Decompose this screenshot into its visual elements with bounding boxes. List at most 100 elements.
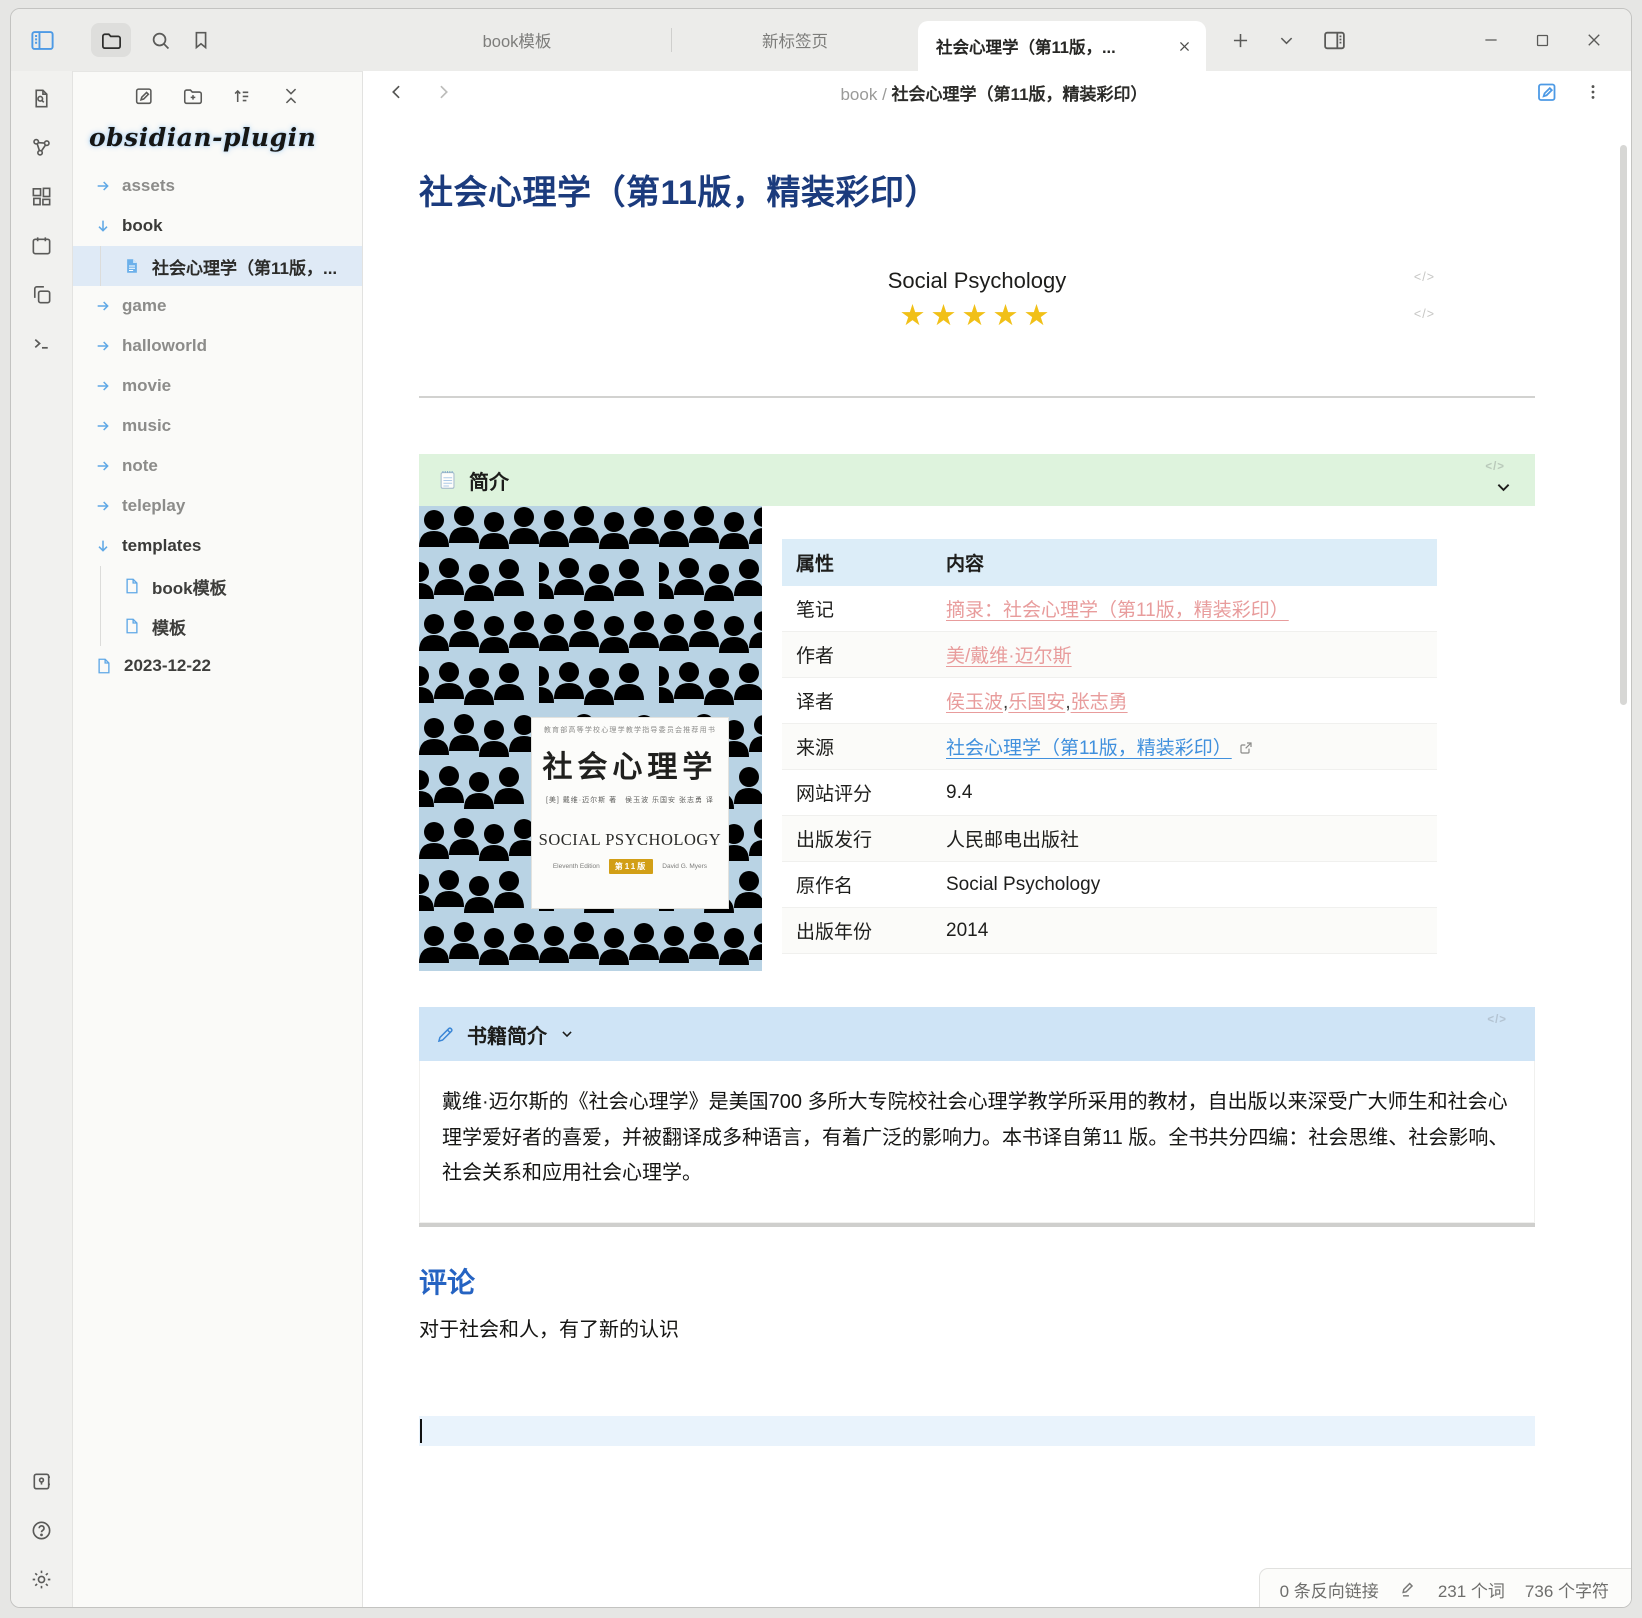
maximize-icon[interactable] — [1534, 32, 1551, 49]
arrow-right-icon — [95, 458, 111, 474]
translator-link[interactable]: 乐国安 — [1008, 692, 1065, 713]
original-title-value: Social Psychology — [932, 862, 1437, 908]
col-attr: 属性 — [782, 539, 932, 586]
divider — [419, 396, 1535, 398]
new-tab-icon[interactable] — [1230, 30, 1251, 51]
page-title: 社会心理学（第11版，精装彩印） — [419, 165, 1535, 214]
sidebar-item-templates[interactable]: templates — [73, 526, 362, 566]
sidebar-item-note-file[interactable]: 社会心理学（第11版，... — [73, 246, 362, 286]
file-icon — [123, 257, 141, 275]
rating-value: 9.4 — [932, 770, 1437, 816]
bookmark-tool-icon[interactable] — [190, 29, 212, 51]
more-options-icon[interactable] — [1583, 82, 1603, 102]
cover-english-title: SOCIAL PSYCHOLOGY — [539, 830, 722, 850]
canvas-icon[interactable] — [30, 185, 53, 208]
file-tree: assets book 社会心理学（第11版，... game hallowor… — [73, 158, 362, 686]
comment-text: 对于社会和人，有了新的认识 — [419, 1313, 1535, 1342]
table-row: 译者 侯玉波,乐国安,张志勇 — [782, 678, 1437, 724]
breadcrumb[interactable]: book / 社会心理学（第11版，精装彩印） — [453, 80, 1535, 105]
table-header-row: 属性 内容 — [782, 539, 1437, 586]
file-explorer: obsidian-plugin assets book 社会心理学（第11版，.… — [73, 71, 363, 1608]
fold-chevron-icon[interactable] — [560, 1027, 574, 1041]
arrow-right-icon — [95, 338, 111, 354]
vault-title[interactable]: obsidian-plugin — [73, 119, 362, 158]
files-tool-button[interactable] — [91, 23, 131, 57]
char-count[interactable]: 736 个字符 — [1525, 1577, 1609, 1602]
file-icon — [123, 617, 141, 635]
note-link[interactable]: 摘录：社会心理学（第11版，精装彩印） — [946, 600, 1289, 621]
cover-author-en: David G. Myers — [662, 863, 707, 870]
fold-chevron-icon[interactable] — [1494, 478, 1513, 497]
tab-new[interactable]: 新标签页 — [672, 9, 918, 71]
left-ribbon — [11, 71, 73, 1608]
sidebar-item-template[interactable]: 模板 — [73, 606, 362, 646]
collapse-all-icon[interactable] — [280, 85, 302, 107]
intro-callout-title: 简介 — [469, 466, 509, 495]
tab-close-icon[interactable] — [1177, 39, 1192, 54]
edit-block-icon[interactable]: </> — [1487, 1014, 1507, 1026]
rating-stars: ★★★★★ — [419, 298, 1535, 332]
table-row: 出版年份 2014 — [782, 908, 1437, 954]
external-link-icon[interactable] — [1238, 740, 1254, 756]
edit-block-icon[interactable]: </> — [1414, 270, 1435, 284]
active-edit-line[interactable] — [419, 1416, 1535, 1446]
backlinks-count[interactable]: 0 条反向链接 — [1280, 1577, 1379, 1602]
toggle-right-sidebar-icon[interactable] — [1322, 28, 1347, 53]
note-subtitle: Social Psychology — [419, 268, 1535, 294]
vault-switcher-icon[interactable] — [30, 1470, 53, 1493]
sidebar-item-book[interactable]: book — [73, 206, 362, 246]
translator-link[interactable]: 张志勇 — [1071, 692, 1128, 713]
sidebar-item-movie[interactable]: movie — [73, 366, 362, 406]
summary-callout-title: 书籍简介 — [467, 1020, 547, 1049]
toggle-left-sidebar-icon[interactable] — [29, 27, 56, 54]
author-link[interactable]: 美/戴维·迈尔斯 — [946, 646, 1072, 667]
search-tool-icon[interactable] — [149, 29, 172, 52]
graph-view-icon[interactable] — [30, 136, 53, 159]
translator-link[interactable]: 侯玉波 — [946, 692, 1003, 713]
settings-gear-icon[interactable] — [30, 1568, 53, 1591]
cover-edition-en: Eleventh Edition — [553, 863, 600, 870]
edit-block-icon[interactable]: </> — [1414, 307, 1435, 321]
summary-callout-header[interactable]: 书籍简介 </> — [419, 1007, 1535, 1061]
file-icon — [95, 657, 113, 675]
copy-pages-icon[interactable] — [30, 283, 53, 306]
tab-list-chevron-icon[interactable] — [1277, 31, 1296, 50]
table-row: 出版发行 人民邮电出版社 — [782, 816, 1437, 862]
edit-indicator-icon[interactable] — [1399, 1580, 1418, 1599]
tab-active-note[interactable]: 社会心理学（第11版，... — [918, 21, 1206, 71]
forward-icon[interactable] — [433, 82, 453, 102]
source-link[interactable]: 社会心理学（第11版，精装彩印） — [946, 738, 1232, 759]
quick-switcher-icon[interactable] — [30, 87, 53, 110]
terminal-icon[interactable] — [30, 332, 53, 355]
help-icon[interactable] — [30, 1519, 53, 1542]
sidebar-item-book-template[interactable]: book模板 — [73, 566, 362, 606]
new-note-icon[interactable] — [133, 85, 155, 107]
sort-order-icon[interactable] — [231, 85, 253, 107]
back-icon[interactable] — [387, 82, 407, 102]
scrollbar-thumb[interactable] — [1620, 145, 1627, 705]
sidebar-item-daily-note[interactable]: 2023-12-22 — [73, 646, 362, 686]
note-content: 社会心理学（第11版，精装彩印） Social Psychology ★★★★★… — [419, 165, 1535, 1446]
intro-callout-header[interactable]: 简介 </> — [419, 454, 1535, 506]
sidebar-item-teleplay[interactable]: teleplay — [73, 486, 362, 526]
sidebar-item-note[interactable]: note — [73, 446, 362, 486]
sidebar-item-music[interactable]: music — [73, 406, 362, 446]
status-bar: 0 条反向链接 231 个词 736 个字符 — [1259, 1568, 1631, 1608]
arrow-right-icon — [95, 418, 111, 434]
edit-block-icon[interactable]: </> — [1485, 461, 1505, 473]
close-window-icon[interactable] — [1585, 31, 1603, 49]
new-folder-icon[interactable] — [182, 85, 204, 107]
table-row: 作者 美/戴维·迈尔斯 — [782, 632, 1437, 678]
sidebar-item-assets[interactable]: assets — [73, 166, 362, 206]
word-count[interactable]: 231 个词 — [1438, 1577, 1505, 1602]
cover-edition-badge: 第11版 — [609, 859, 653, 874]
titlebar: book模板 新标签页 社会心理学（第11版，... — [11, 9, 1631, 71]
arrow-right-icon — [95, 498, 111, 514]
minimize-icon[interactable] — [1482, 31, 1500, 49]
calendar-icon[interactable] — [30, 234, 53, 257]
tab-book-template[interactable]: book模板 — [363, 9, 671, 71]
sidebar-item-halloworld[interactable]: halloworld — [73, 326, 362, 366]
edit-mode-icon[interactable] — [1535, 80, 1559, 104]
sidebar-item-game[interactable]: game — [73, 286, 362, 326]
comments-heading: 评论 — [419, 1261, 1535, 1301]
